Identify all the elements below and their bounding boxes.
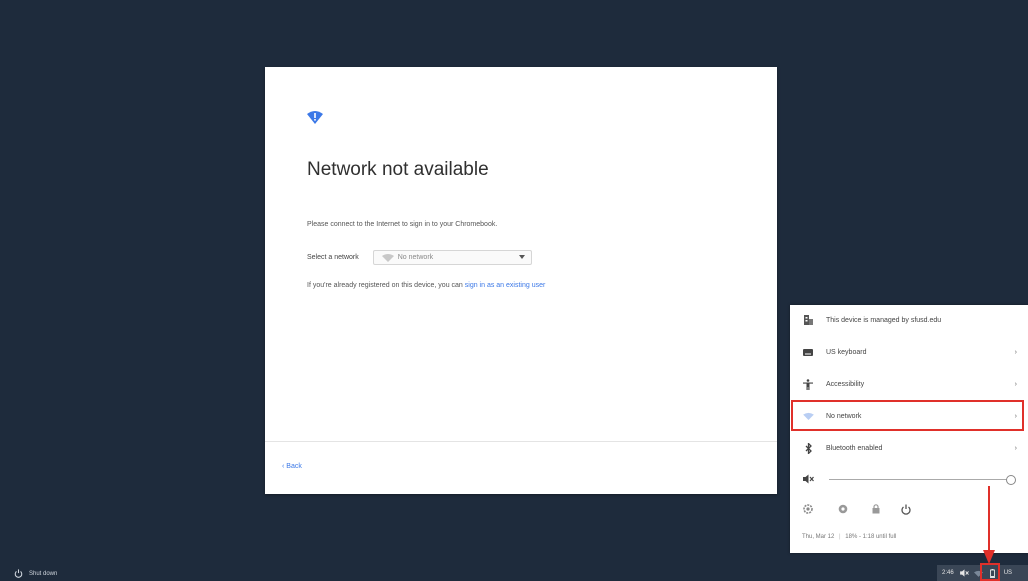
network-select-row: Select a network No network bbox=[307, 249, 532, 265]
network-dialog: Network not available Please connect to … bbox=[265, 67, 777, 494]
clock: 2:46 bbox=[942, 570, 954, 576]
volume-muted-icon bbox=[959, 569, 969, 578]
existing-user-link[interactable]: sign in as an existing user bbox=[465, 282, 546, 289]
registered-text: If you're already registered on this dev… bbox=[307, 282, 545, 289]
keyboard-row[interactable]: US keyboard › bbox=[790, 337, 1028, 367]
accessibility-label: Accessibility bbox=[826, 380, 865, 388]
wifi-alert-icon bbox=[307, 111, 323, 124]
back-button[interactable]: ‹ Back bbox=[282, 463, 302, 470]
ime-indicator: US bbox=[1003, 570, 1013, 576]
keyboard-label: US keyboard bbox=[826, 348, 867, 356]
dialog-description: Please connect to the Internet to sign i… bbox=[307, 221, 498, 228]
back-label: Back bbox=[286, 463, 302, 470]
wifi-status-highlight bbox=[980, 563, 1000, 581]
volume-slider-track[interactable] bbox=[829, 479, 1009, 480]
tray-footer: Thu, Mar 12 | 18% - 1:18 until full bbox=[802, 534, 897, 540]
registered-prefix: If you're already registered on this dev… bbox=[307, 282, 463, 289]
chevron-down-icon bbox=[518, 254, 525, 259]
building-icon bbox=[801, 313, 815, 327]
bluetooth-label: Bluetooth enabled bbox=[826, 444, 883, 452]
chevron-right-icon: › bbox=[1014, 348, 1017, 356]
network-row-highlight bbox=[791, 400, 1024, 431]
dialog-title: Network not available bbox=[307, 159, 489, 180]
chevron-left-icon: ‹ bbox=[282, 463, 285, 470]
power-icon[interactable] bbox=[899, 502, 913, 516]
bluetooth-icon bbox=[801, 441, 815, 455]
date-label[interactable]: Thu, Mar 12 bbox=[802, 534, 834, 540]
accessibility-row[interactable]: Accessibility › bbox=[790, 369, 1028, 399]
select-network-label: Select a network bbox=[307, 253, 359, 261]
dialog-divider bbox=[265, 441, 777, 442]
help-icon[interactable] bbox=[836, 502, 850, 516]
chevron-right-icon: › bbox=[1014, 444, 1017, 452]
bluetooth-row[interactable]: Bluetooth enabled › bbox=[790, 433, 1028, 463]
chevron-right-icon: › bbox=[1014, 380, 1017, 388]
accessibility-icon bbox=[801, 377, 815, 391]
volume-slider-thumb[interactable] bbox=[1006, 475, 1016, 485]
power-icon bbox=[14, 569, 23, 578]
shutdown-label: Shut down bbox=[29, 570, 58, 577]
keyboard-icon bbox=[801, 345, 815, 359]
arrow-down-icon bbox=[983, 486, 995, 564]
battery-label: 18% - 1:18 until full bbox=[845, 534, 897, 540]
shutdown-button[interactable]: Shut down bbox=[14, 569, 57, 578]
volume-muted-icon[interactable] bbox=[801, 472, 815, 486]
settings-icon[interactable] bbox=[801, 502, 815, 516]
network-select-value: No network bbox=[397, 253, 434, 261]
managed-label: This device is managed by sfusd.edu bbox=[826, 316, 942, 324]
wifi-icon bbox=[381, 253, 394, 262]
lock-icon[interactable] bbox=[869, 502, 883, 516]
managed-row[interactable]: This device is managed by sfusd.edu bbox=[790, 305, 1028, 335]
network-select[interactable]: No network bbox=[372, 249, 532, 265]
